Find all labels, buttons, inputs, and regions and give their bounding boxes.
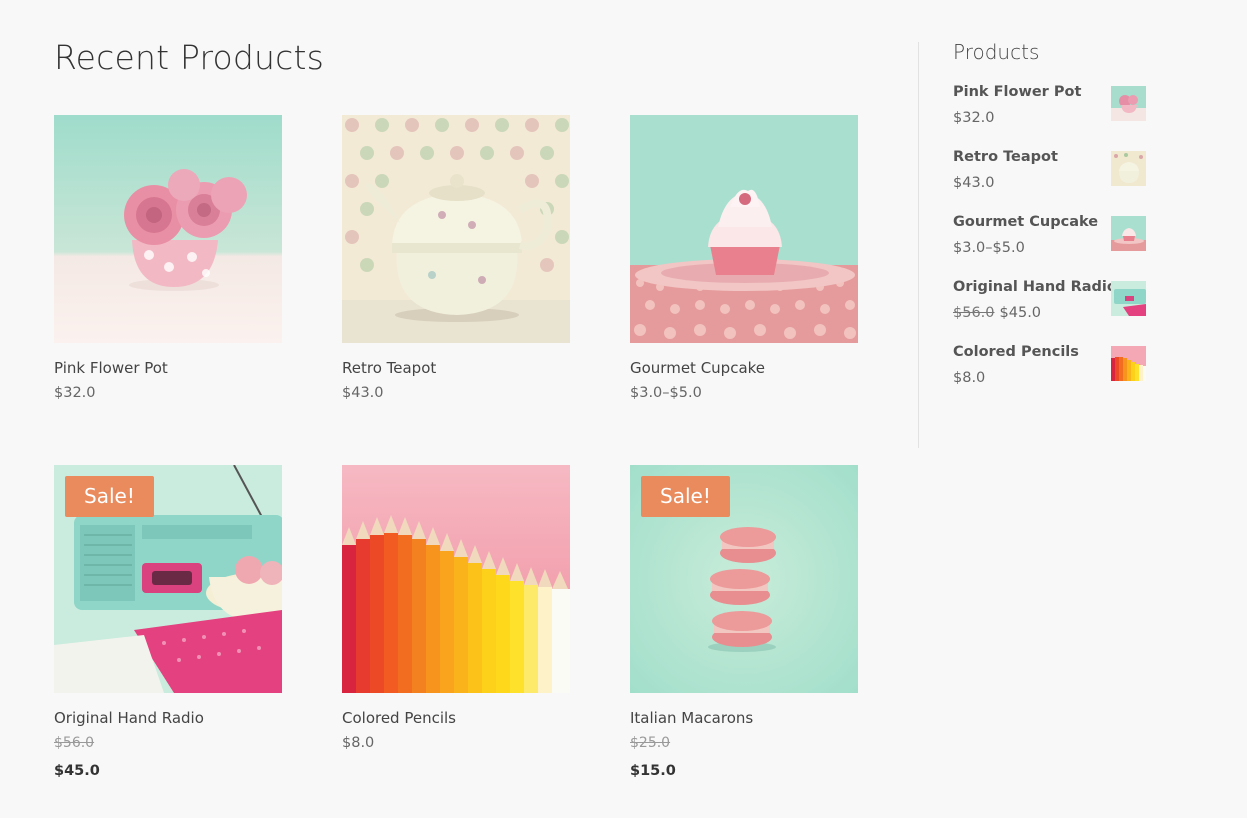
product-price: $3.0–$5.0 [630, 385, 702, 401]
widget-product-price-group: $56.0 $45.0 [953, 304, 1041, 322]
widget-item-pink-flower-pot: Pink Flower Pot $32.0 [953, 83, 1147, 133]
widget-product-link[interactable]: Pink Flower Pot [953, 83, 1081, 101]
retro-teapot-image[interactable] [342, 115, 570, 343]
widget-product-link[interactable]: Colored Pencils [953, 343, 1079, 361]
product-name-link[interactable]: Gourmet Cupcake [630, 359, 858, 377]
page: Recent Products Pink Flower Pot $32.0 Re… [0, 0, 1247, 818]
page-title: Recent Products [54, 38, 325, 77]
sale-badge: Sale! [65, 476, 154, 517]
hand-radio-image[interactable]: Sale! [54, 465, 282, 693]
recent-products-section: Recent Products Pink Flower Pot $32.0 Re… [54, 36, 874, 779]
widget-title: Products [953, 40, 1040, 64]
widget-thumb-pink-flower-pot[interactable] [1111, 86, 1146, 121]
widget-product-link[interactable]: Retro Teapot [953, 148, 1058, 166]
product-sale-price: $45.0 [54, 763, 100, 779]
widget-product-price: $3.0–$5.0 [953, 240, 1025, 256]
product-price: $43.0 [342, 385, 384, 401]
widget-product-price: $43.0 [953, 175, 995, 191]
widget-item-gourmet-cupcake: Gourmet Cupcake $3.0–$5.0 [953, 213, 1147, 263]
widget-thumb-retro-teapot[interactable] [1111, 151, 1146, 186]
product-card-pink-flower-pot: Pink Flower Pot $32.0 [54, 115, 282, 402]
product-card-hand-radio: Sale! Original Hand Radio $56.0 $45.0 [54, 465, 282, 780]
product-old-price: $56.0 [54, 735, 95, 751]
product-name-link[interactable]: Pink Flower Pot [54, 359, 282, 377]
widget-product-link[interactable]: Gourmet Cupcake [953, 213, 1098, 231]
pink-flower-pot-image[interactable] [54, 115, 282, 343]
product-name-link[interactable]: Italian Macarons [630, 709, 858, 727]
widget-product-link[interactable]: Original Hand Radio [953, 278, 1117, 296]
product-name-link[interactable]: Retro Teapot [342, 359, 570, 377]
product-price: $32.0 [54, 385, 96, 401]
gourmet-cupcake-image[interactable] [630, 115, 858, 343]
widget-item-colored-pencils: Colored Pencils $8.0 [953, 343, 1147, 393]
widget-thumb-colored-pencils[interactable] [1111, 346, 1146, 381]
widget-item-hand-radio: Original Hand Radio $56.0 $45.0 [953, 278, 1147, 328]
products-widget: Products Pink Flower Pot $32.0 Retro Tea… [953, 38, 1153, 386]
widget-product-old-price: $56.0 [953, 305, 995, 321]
product-name-link[interactable]: Colored Pencils [342, 709, 570, 727]
widget-product-sale-price: $45.0 [999, 305, 1042, 321]
product-old-price: $25.0 [630, 735, 671, 751]
sale-badge: Sale! [641, 476, 730, 517]
product-card-colored-pencils: Colored Pencils $8.0 [342, 465, 570, 752]
widget-thumb-gourmet-cupcake[interactable] [1111, 216, 1146, 251]
widget-product-price: $8.0 [953, 370, 986, 386]
product-card-gourmet-cupcake: Gourmet Cupcake $3.0–$5.0 [630, 115, 858, 402]
product-card-retro-teapot: Retro Teapot $43.0 [342, 115, 570, 402]
sidebar-divider [918, 42, 919, 448]
product-sale-price: $15.0 [630, 763, 676, 779]
product-card-italian-macarons: Sale! Italian Macarons $25.0 $15.0 [630, 465, 858, 780]
macarons-image[interactable]: Sale! [630, 465, 858, 693]
colored-pencils-image[interactable] [342, 465, 570, 693]
widget-thumb-hand-radio[interactable] [1111, 281, 1146, 316]
widget-item-retro-teapot: Retro Teapot $43.0 [953, 148, 1147, 198]
widget-product-price: $32.0 [953, 110, 995, 126]
product-price: $8.0 [342, 735, 375, 751]
product-name-link[interactable]: Original Hand Radio [54, 709, 282, 727]
